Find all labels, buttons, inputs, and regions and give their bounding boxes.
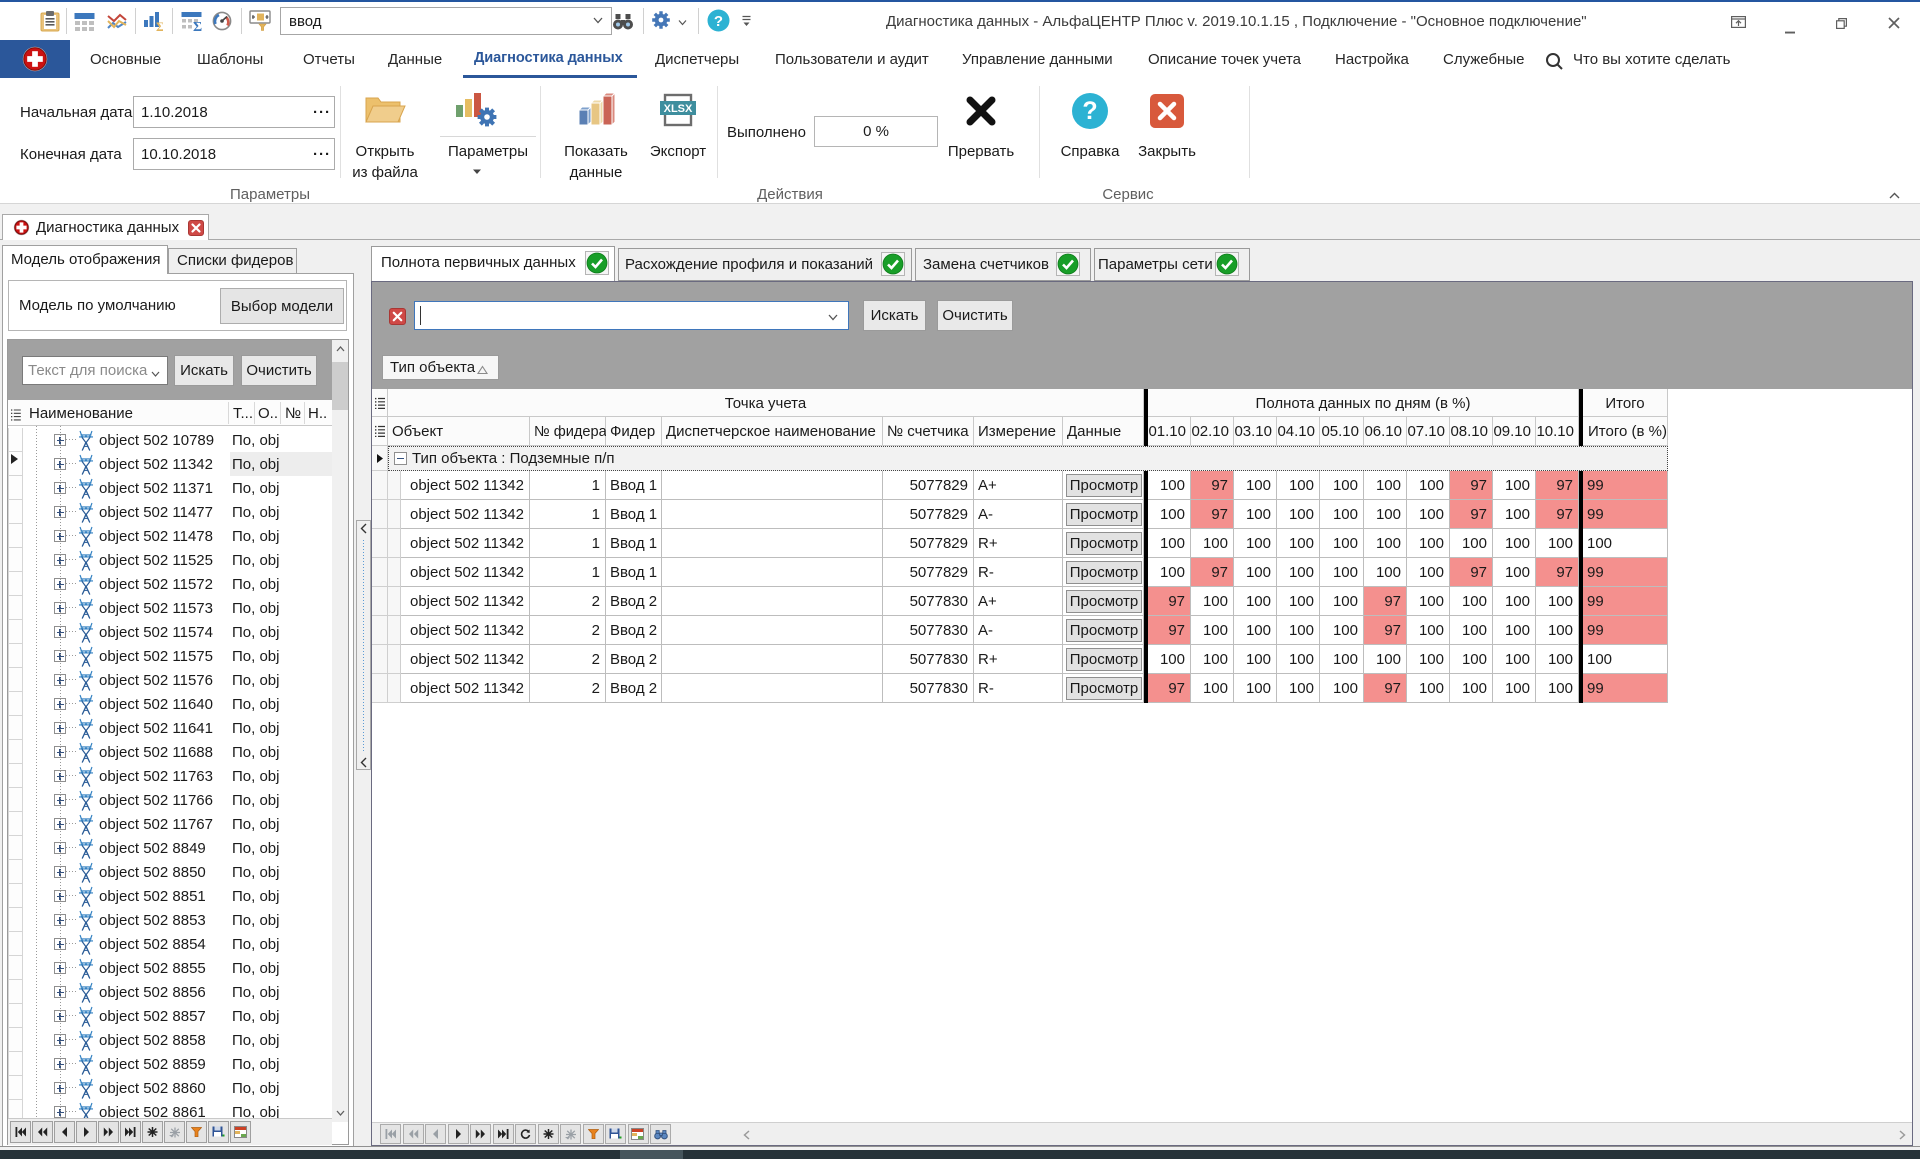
svg-text:Σ: Σ <box>156 19 163 31</box>
svg-text:XLSX: XLSX <box>664 103 693 115</box>
svg-text:Σ: Σ <box>193 20 202 31</box>
svg-text:?: ? <box>1082 97 1097 125</box>
svg-text:?: ? <box>714 13 723 30</box>
